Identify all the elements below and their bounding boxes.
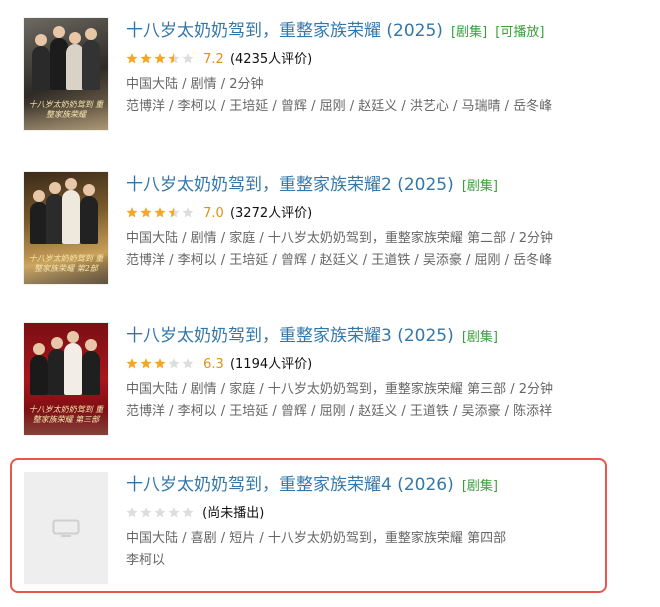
title-row: 十八岁太奶奶驾到，重整家族荣耀3 (2025) [剧集] xyxy=(126,323,660,349)
poster-title-text: 十八岁太奶奶驾到 重整家族荣耀 第2部 xyxy=(28,254,104,273)
star-icon xyxy=(140,207,152,218)
rating-row: 7.0 (3272人评价) xyxy=(126,204,660,224)
item-info: 十八岁太奶奶驾到，重整家族荣耀2 (2025) [剧集] 7.0 (3272人评… xyxy=(126,172,660,272)
tag-series[interactable]: [剧集] xyxy=(462,330,498,345)
star-icon xyxy=(168,207,180,218)
tag-series[interactable]: [剧集] xyxy=(462,179,498,194)
star-icon xyxy=(168,507,180,518)
meta-info: 中国大陆 / 喜剧 / 短片 / 十八岁太奶奶驾到，重整家族荣耀 第四部 xyxy=(126,531,507,546)
cast-list: 范博洋 / 李柯以 / 王培延 / 曾辉 / 赵廷义 / 王道铁 / 吴添豪 /… xyxy=(126,253,553,268)
star-icon xyxy=(182,507,194,518)
tag-series[interactable]: [剧集] xyxy=(462,479,498,494)
poster-title-text: 十八岁太奶奶驾到 重整家族荣耀 第三部 xyxy=(28,405,104,424)
poster-placeholder[interactable] xyxy=(24,472,108,584)
star-icon xyxy=(140,507,152,518)
rating-stars xyxy=(126,506,196,526)
rating-row: (尚未播出) xyxy=(126,504,660,524)
item-info: 十八岁太奶奶驾到，重整家族荣耀4 (2026) [剧集] (尚未播出) 中国大陆… xyxy=(126,472,660,572)
meta-info: 中国大陆 / 剧情 / 家庭 / 十八岁太奶奶驾到，重整家族荣耀 第三部 / 2… xyxy=(126,382,553,397)
rating-stars xyxy=(126,206,196,226)
tag-playable[interactable]: [可播放] xyxy=(495,25,544,40)
star-icon xyxy=(154,358,166,369)
star-icon xyxy=(182,207,194,218)
star-icon xyxy=(126,207,138,218)
star-icon xyxy=(126,53,138,64)
item-info: 十八岁太奶奶驾到，重整家族荣耀3 (2025) [剧集] 6.3 (1194人评… xyxy=(126,323,660,423)
cast-list: 李柯以 xyxy=(126,553,166,568)
tag-series[interactable]: [剧集] xyxy=(451,25,487,40)
rating-score: 6.3 xyxy=(203,357,224,372)
rating-row: 6.3 (1194人评价) xyxy=(126,355,660,375)
rating-stars xyxy=(126,357,196,377)
rating-count[interactable]: (1194人评价) xyxy=(230,357,312,372)
title-row: 十八岁太奶奶驾到，重整家族荣耀4 (2026) [剧集] xyxy=(126,472,660,498)
rating-score: 7.2 xyxy=(203,52,224,67)
meta-info: 中国大陆 / 剧情 / 家庭 / 十八岁太奶奶驾到，重整家族荣耀 第二部 / 2… xyxy=(126,231,553,246)
rating-stars xyxy=(126,52,196,72)
star-icon xyxy=(182,358,194,369)
title-row: 十八岁太奶奶驾到，重整家族荣耀 (2025) [剧集] [可播放] xyxy=(126,18,660,44)
meta-info: 中国大陆 / 剧情 / 2分钟 xyxy=(126,77,264,92)
poster-image-3[interactable]: 十八岁太奶奶驾到 重整家族荣耀 第三部 xyxy=(24,323,108,435)
star-icon xyxy=(126,358,138,369)
star-icon xyxy=(154,207,166,218)
title-link[interactable]: 十八岁太奶奶驾到，重整家族荣耀4 (2026) xyxy=(126,475,454,495)
star-icon xyxy=(140,53,152,64)
star-icon xyxy=(168,53,180,64)
poster-image-1[interactable]: 十八岁太奶奶驾到 重整家族荣耀 xyxy=(24,18,108,130)
star-icon xyxy=(182,53,194,64)
title-link[interactable]: 十八岁太奶奶驾到，重整家族荣耀3 (2025) xyxy=(126,326,454,346)
poster-image-2[interactable]: 十八岁太奶奶驾到 重整家族荣耀 第2部 xyxy=(24,172,108,284)
rating-row: 7.2 (4235人评价) xyxy=(126,50,660,70)
rating-count[interactable]: (3272人评价) xyxy=(230,206,312,221)
poster-cast-figures xyxy=(30,331,102,395)
cast-list: 范博洋 / 李柯以 / 王培延 / 曾辉 / 屈刚 / 赵廷义 / 王道铁 / … xyxy=(126,404,553,419)
poster-cast-figures xyxy=(30,26,102,90)
not-aired-label: (尚未播出) xyxy=(202,506,265,521)
star-icon xyxy=(154,53,166,64)
rating-score: 7.0 xyxy=(203,206,224,221)
poster-title-text: 十八岁太奶奶驾到 重整家族荣耀 xyxy=(28,100,104,119)
star-icon xyxy=(126,507,138,518)
star-icon xyxy=(168,358,180,369)
star-icon xyxy=(154,507,166,518)
poster-cast-figures xyxy=(30,178,102,244)
star-icon xyxy=(140,358,152,369)
title-link[interactable]: 十八岁太奶奶驾到，重整家族荣耀2 (2025) xyxy=(126,175,454,195)
item-info: 十八岁太奶奶驾到，重整家族荣耀 (2025) [剧集] [可播放] 7.2 (4… xyxy=(126,18,660,118)
tv-icon xyxy=(52,519,80,537)
rating-count[interactable]: (4235人评价) xyxy=(230,52,312,67)
cast-list: 范博洋 / 李柯以 / 王培延 / 曾辉 / 屈刚 / 赵廷义 / 洪艺心 / … xyxy=(126,99,553,114)
title-row: 十八岁太奶奶驾到，重整家族荣耀2 (2025) [剧集] xyxy=(126,172,660,198)
title-link[interactable]: 十八岁太奶奶驾到，重整家族荣耀 (2025) xyxy=(126,21,443,41)
